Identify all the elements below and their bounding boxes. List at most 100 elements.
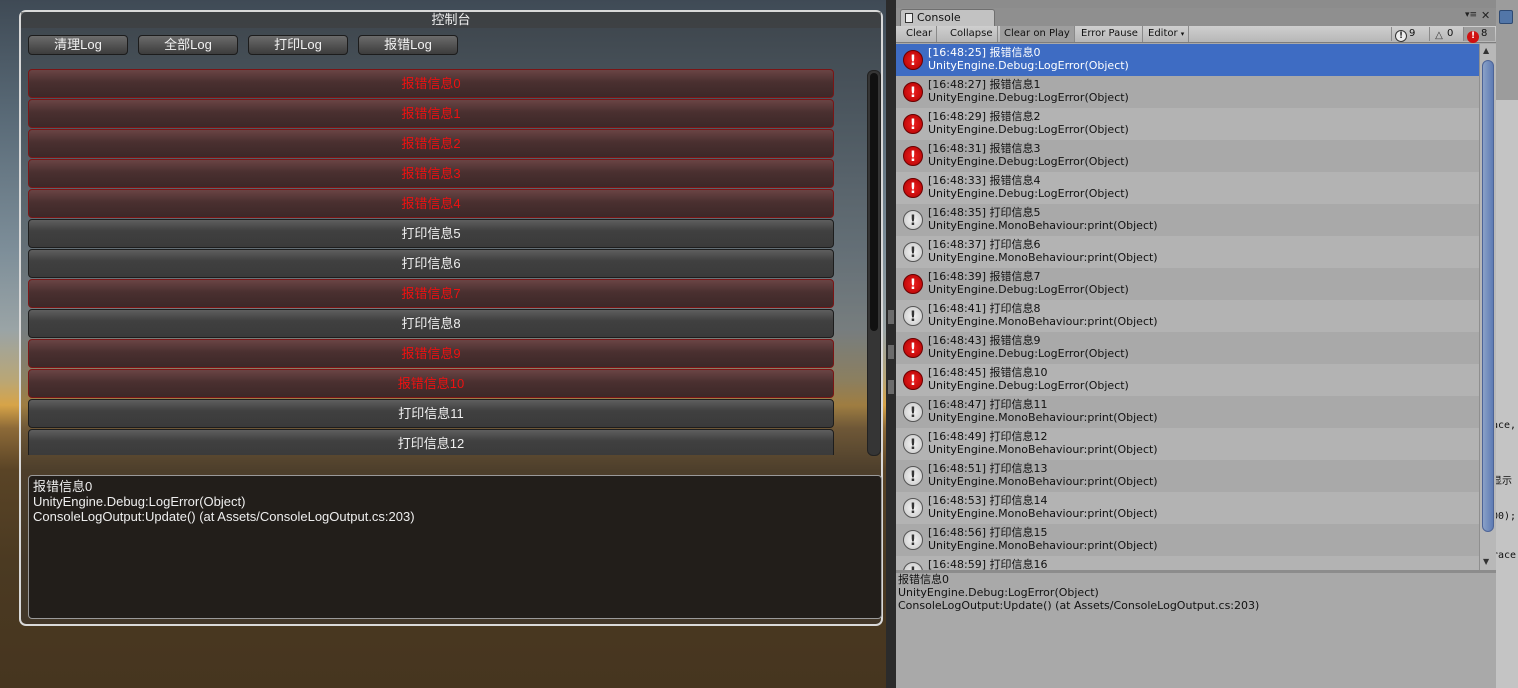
entry-message: [16:48:59] 打印信息16 [928, 558, 1048, 571]
console-log-entry[interactable]: ! [16:48:33] 报错信息4 UnityEngine.Debug:LogEr… [896, 172, 1479, 204]
error-log-button[interactable]: 报错Log [358, 35, 458, 55]
error-pause-toggle[interactable]: Error Pause [1077, 26, 1143, 42]
scroll-down-icon[interactable]: ▼ [1483, 557, 1489, 566]
all-log-button[interactable]: 全部Log [138, 35, 238, 55]
log-count-toggle[interactable]: ! 9 [1391, 27, 1429, 42]
console-tab-icon [905, 13, 913, 23]
console-log-entry[interactable]: ! [16:48:41] 打印信息8 UnityEngine.MonoBehavio… [896, 300, 1479, 332]
ingame-log-row[interactable]: 报错信息7 [28, 279, 834, 308]
console-log-entry[interactable]: ! [16:48:51] 打印信息13 UnityEngine.MonoBehavi… [896, 460, 1479, 492]
error-icon: ! [903, 50, 923, 70]
entry-message: [16:48:43] 报错信息9 [928, 334, 1041, 347]
error-icon: ! [903, 146, 923, 166]
console-tab[interactable]: Console [900, 9, 995, 26]
entry-message: [16:48:39] 报错信息7 [928, 270, 1041, 283]
detail-line: ConsoleLogOutput:Update() (at Assets/Con… [33, 509, 415, 524]
info-icon: ! [903, 402, 923, 422]
console-log-entry[interactable]: ! [16:48:27] 报错信息1 UnityEngine.Debug:LogEr… [896, 76, 1479, 108]
ingame-log-row[interactable]: 报错信息4 [28, 189, 834, 218]
info-icon: ! [903, 210, 923, 230]
console-log-entry[interactable]: ! [16:48:29] 报错信息2 UnityEngine.Debug:LogEr… [896, 108, 1479, 140]
console-log-entry[interactable]: ![16:48:59] 打印信息16UnityEngine.MonoBehavi… [896, 556, 1479, 570]
error-icon: ! [903, 178, 923, 198]
ingame-log-row[interactable]: 报错信息2 [28, 129, 834, 158]
console-log-entry[interactable]: ! [16:48:47] 打印信息11 UnityEngine.MonoBehavi… [896, 396, 1479, 428]
info-icon: ! [903, 530, 923, 550]
error-count: 8 [1481, 28, 1488, 39]
ingame-log-row[interactable]: 报错信息0 [28, 69, 834, 98]
error-icon: ! [1467, 31, 1479, 43]
entry-message: [16:48:35] 打印信息5 [928, 206, 1041, 219]
entry-source: UnityEngine.MonoBehaviour:print(Object) [928, 315, 1158, 328]
ingame-log-row[interactable]: 报错信息1 [28, 99, 834, 128]
ingame-log-row[interactable]: 打印信息11 [28, 399, 834, 428]
ingame-log-row[interactable]: 打印信息12 [28, 429, 834, 455]
clear-log-button[interactable]: 清理Log [28, 35, 128, 55]
console-log-entry[interactable]: ! [16:48:49] 打印信息12 UnityEngine.MonoBehavi… [896, 428, 1479, 460]
console-scroll-thumb[interactable] [1482, 60, 1494, 532]
info-icon: ! [1395, 30, 1407, 42]
scroll-up-icon[interactable]: ▲ [1483, 46, 1489, 55]
console-log-entry[interactable]: ! [16:48:31] 报错信息3 UnityEngine.Debug:LogEr… [896, 140, 1479, 172]
console-log-entry[interactable]: ! [16:48:45] 报错信息10 UnityEngine.Debug:LogE… [896, 364, 1479, 396]
console-log-entry[interactable]: ! [16:48:25] 报错信息0 UnityEngine.Debug:LogEr… [896, 44, 1479, 76]
clear-button[interactable]: Clear [902, 26, 938, 42]
ingame-console-title: 控制台 [21, 12, 881, 28]
ingame-log-row[interactable]: 报错信息10 [28, 369, 834, 398]
code-fragment: race [1496, 550, 1517, 561]
ingame-log-row[interactable]: 报错信息3 [28, 159, 834, 188]
book-icon[interactable] [1499, 10, 1513, 24]
entry-source: UnityEngine.MonoBehaviour:print(Object) [928, 539, 1158, 552]
console-log-entry[interactable]: ! [16:48:43] 报错信息9 UnityEngine.Debug:LogEr… [896, 332, 1479, 364]
error-icon: ! [903, 114, 923, 134]
console-log-entry[interactable]: ! [16:48:56] 打印信息15 UnityEngine.MonoBehavi… [896, 524, 1479, 556]
entry-message: [16:48:29] 报错信息2 [928, 110, 1041, 123]
clear-on-play-toggle[interactable]: Clear on Play [1000, 26, 1075, 42]
code-fragment: 显示 [1496, 476, 1512, 487]
game-view: 控制台 清理Log 全部Log 打印Log 报错Log 报错信息0 报错信息1 报错… [0, 0, 886, 688]
info-icon: ! [903, 562, 923, 570]
panel-divider[interactable] [886, 0, 896, 688]
inspector-header [1496, 0, 1518, 100]
warning-count-toggle[interactable]: △ 0 [1429, 27, 1463, 41]
error-count-toggle[interactable]: ! 8 [1463, 27, 1495, 43]
close-icon[interactable]: ✕ [1481, 9, 1490, 22]
console-log-entry[interactable]: ! [16:48:39] 报错信息7 UnityEngine.Debug:LogEr… [896, 268, 1479, 300]
collapse-button[interactable]: Collapse [946, 26, 998, 42]
info-icon: ! [903, 242, 923, 262]
entry-message: [16:48:53] 打印信息14 [928, 494, 1048, 507]
ingame-log-row[interactable]: 打印信息5 [28, 219, 834, 248]
ingame-scroll-thumb[interactable] [870, 73, 878, 331]
panel-menu-icon[interactable]: ▾≡ [1465, 10, 1477, 20]
console-log-entry[interactable]: ! [16:48:35] 打印信息5 UnityEngine.MonoBehavio… [896, 204, 1479, 236]
ingame-log-scrollbar[interactable] [867, 70, 881, 456]
warning-icon: △ [1435, 30, 1443, 41]
chevron-down-icon: ▾ [1180, 30, 1185, 38]
console-toolbar: Clear Collapse Clear on Play Error Pause… [896, 26, 1496, 43]
inspector-strip: ace, 显示 00); race [1496, 0, 1518, 688]
divider-handle[interactable] [888, 345, 894, 359]
divider-handle[interactable] [888, 310, 894, 324]
ingame-log-row[interactable]: 打印信息6 [28, 249, 834, 278]
unity-console-panel: Console ▾≡ ✕ Clear Collapse Clear on Pla… [896, 8, 1496, 688]
print-log-button[interactable]: 打印Log [248, 35, 348, 55]
console-detail[interactable]: 报错信息0 UnityEngine.Debug:LogError(Object)… [896, 573, 1496, 688]
console-log-entry[interactable]: ! [16:48:37] 打印信息6 UnityEngine.MonoBehavio… [896, 236, 1479, 268]
entry-source: UnityEngine.Debug:LogError(Object) [928, 59, 1129, 72]
entry-source: UnityEngine.MonoBehaviour:print(Object) [928, 507, 1158, 520]
console-log-entry[interactable]: ! [16:48:53] 打印信息14 UnityEngine.MonoBehavi… [896, 492, 1479, 524]
ingame-log-row[interactable]: 报错信息9 [28, 339, 834, 368]
console-scrollbar[interactable]: ▲ ▼ [1479, 44, 1496, 570]
detail-line: 报错信息0 [33, 479, 93, 494]
divider-handle[interactable] [888, 380, 894, 394]
entry-source: UnityEngine.MonoBehaviour:print(Object) [928, 219, 1158, 232]
console-tab-label: Console [917, 11, 961, 24]
editor-dropdown[interactable]: Editor ▾ [1144, 26, 1190, 42]
ingame-log-row[interactable]: 打印信息8 [28, 309, 834, 338]
entry-source: UnityEngine.Debug:LogError(Object) [928, 91, 1129, 104]
entry-source: UnityEngine.MonoBehaviour:print(Object) [928, 443, 1158, 456]
info-icon: ! [903, 498, 923, 518]
info-icon: ! [903, 306, 923, 326]
entry-message: [16:48:45] 报错信息10 [928, 366, 1048, 379]
code-fragment: ace, [1496, 420, 1517, 431]
